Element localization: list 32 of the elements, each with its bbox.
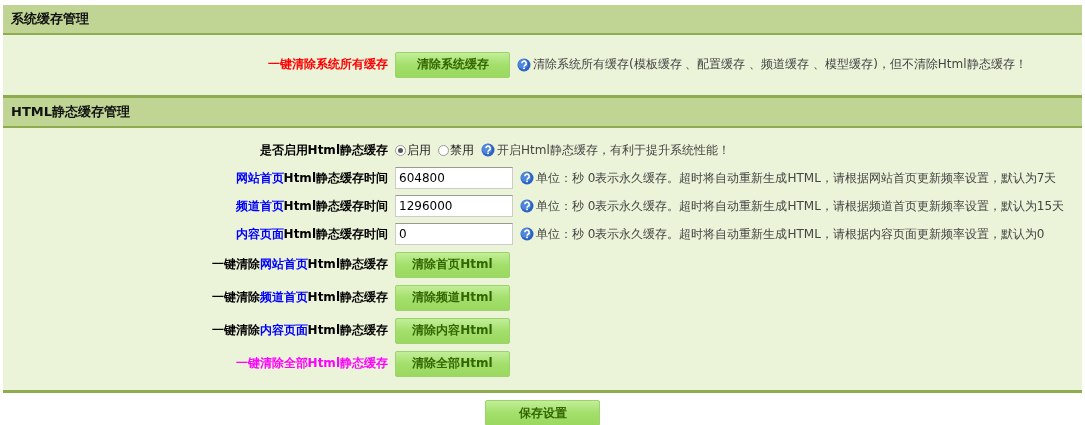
clear-cache-button[interactable]: 清除频道Html — [395, 284, 510, 311]
radio-option[interactable]: 启用 — [395, 141, 431, 159]
radio-option[interactable]: 禁用 — [438, 141, 474, 159]
field-label: 一键清除内容页面Html静态缓存 — [210, 322, 388, 339]
input-field[interactable]: 1296000 — [395, 195, 513, 217]
help-icon — [520, 171, 534, 185]
clear-cache-button[interactable]: 清除系统缓存 — [395, 51, 510, 78]
field-label: 一键清除系统所有缓存 — [267, 56, 388, 73]
help-text: 单位：秒 0表示永久缓存。超时将自动重新生成HTML，请根据网站首页更新频率设置，默认为7天 — [536, 169, 1057, 187]
input-field[interactable]: 604800 — [395, 167, 513, 189]
field-label: 一键清除网站首页Html静态缓存 — [210, 256, 388, 273]
field-label: 网站首页Html静态缓存时间 — [234, 169, 388, 187]
save-button[interactable]: 保存设置 — [485, 400, 600, 425]
clear-cache-button[interactable]: 清除首页Html — [395, 251, 510, 278]
field-label: 是否启用Html静态缓存 — [258, 141, 388, 159]
help-icon — [481, 143, 495, 157]
field-label: 一键清除频道首页Html静态缓存 — [210, 289, 388, 306]
section-title: 系统缓存管理 — [11, 10, 89, 28]
help-text: 单位：秒 0表示永久缓存。超时将自动重新生成HTML，请根据频道首页更新频率设置，默认为15天 — [536, 197, 1065, 215]
clear-cache-button[interactable]: 清除全部Html — [395, 350, 510, 377]
help-icon — [517, 57, 531, 72]
help-icon — [520, 227, 534, 241]
help-text: 清除系统所有缓存(模板缓存 、配置缓存 、频道缓存 、模型缓存)，但不清除Html静态缓存！ — [533, 56, 1027, 73]
field-label: 频道首页Html静态缓存时间 — [234, 197, 388, 215]
field-label: 内容页面Html静态缓存时间 — [234, 225, 388, 243]
input-field[interactable]: 0 — [395, 223, 513, 245]
clear-cache-button[interactable]: 清除内容Html — [395, 317, 510, 344]
help-icon — [520, 199, 534, 213]
help-text: 开启Html静态缓存，有利于提升系统性能！ — [497, 141, 730, 159]
help-text: 单位：秒 0表示永久缓存。超时将自动重新生成HTML，请根据内容页面更新频率设置，默认为0 — [536, 225, 1045, 243]
field-label: 一键清除全部Html静态缓存 — [234, 355, 388, 372]
section-title: HTML静态缓存管理 — [11, 103, 130, 121]
